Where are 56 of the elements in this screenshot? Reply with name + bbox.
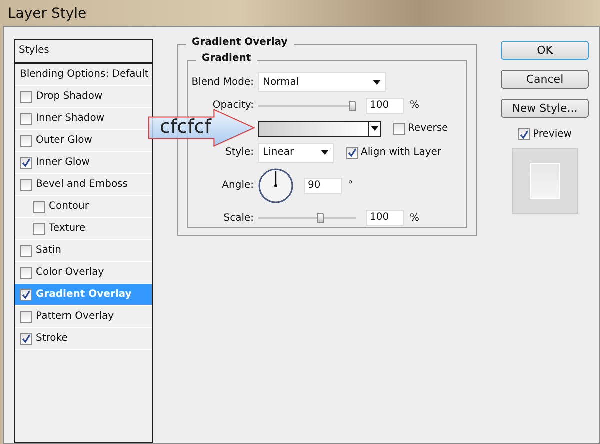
checkbox[interactable] <box>20 134 32 146</box>
field-label: Opacity: <box>212 100 254 112</box>
unit-label: % <box>410 212 420 224</box>
scale-slider[interactable] <box>258 213 356 224</box>
checkbox[interactable] <box>20 156 32 168</box>
style-list-item[interactable]: Stroke <box>15 328 152 350</box>
style-list-item[interactable]: Blending Options: Default <box>15 64 152 86</box>
style-list-item[interactable]: Inner Glow <box>15 152 152 174</box>
unit-label: % <box>410 100 420 112</box>
checkbox[interactable] <box>20 90 32 102</box>
gradient-picker[interactable] <box>258 120 381 137</box>
align-checkbox[interactable]: Align with Layer <box>346 146 442 159</box>
dialog-button[interactable]: Cancel <box>501 70 589 89</box>
style-dropdown[interactable]: Linear <box>258 142 334 163</box>
checkbox[interactable] <box>33 200 45 212</box>
checkbox[interactable] <box>20 178 32 190</box>
checkbox[interactable] <box>346 146 358 159</box>
opacity-slider[interactable] <box>258 100 356 111</box>
angle-input[interactable]: 90 <box>304 178 342 194</box>
group-title: Gradient <box>196 53 258 64</box>
caret-icon <box>370 126 378 132</box>
checkbox[interactable] <box>393 122 405 135</box>
blend-mode-dropdown[interactable]: Normal <box>258 72 386 92</box>
style-list-item[interactable]: Contour <box>15 196 152 218</box>
unit-label: ° <box>348 180 353 192</box>
dialog-button[interactable]: New Style... <box>501 99 589 118</box>
angle-dial[interactable] <box>258 168 294 204</box>
checkbox[interactable] <box>20 310 32 322</box>
style-list-item[interactable]: Satin <box>15 240 152 262</box>
field-label: Scale: <box>222 212 254 224</box>
style-list-item[interactable]: Drop Shadow <box>15 86 152 108</box>
reverse-checkbox[interactable]: Reverse <box>393 122 448 135</box>
style-list-item[interactable]: Pattern Overlay <box>15 306 152 328</box>
window-title: Layer Style <box>8 6 87 22</box>
scale-input[interactable]: 100 <box>366 210 404 226</box>
caret-icon <box>373 80 381 84</box>
section-title: Gradient Overlay <box>186 37 294 48</box>
checkbox[interactable] <box>33 222 45 234</box>
field-label: Angle: <box>221 180 254 192</box>
field-label: Blend Mode: <box>190 76 254 88</box>
checkbox[interactable] <box>20 332 32 344</box>
style-list-item[interactable]: Texture <box>15 218 152 240</box>
checkbox[interactable] <box>20 288 32 300</box>
checkbox[interactable] <box>20 112 32 124</box>
preview-checkbox[interactable]: Preview <box>518 128 572 140</box>
dialog-button[interactable]: OK <box>501 41 589 60</box>
checkbox[interactable] <box>20 244 32 256</box>
callout-text: cfcfcf <box>160 116 212 138</box>
panel-header: Styles <box>15 40 152 64</box>
checkbox[interactable] <box>20 266 32 278</box>
field-label: Style: <box>224 147 254 158</box>
style-list-item[interactable]: Bevel and Emboss <box>15 174 152 196</box>
caret-icon <box>321 150 329 156</box>
checkbox[interactable] <box>518 128 530 140</box>
opacity-input[interactable]: 100 <box>366 98 404 114</box>
preview-swatch <box>512 148 578 214</box>
